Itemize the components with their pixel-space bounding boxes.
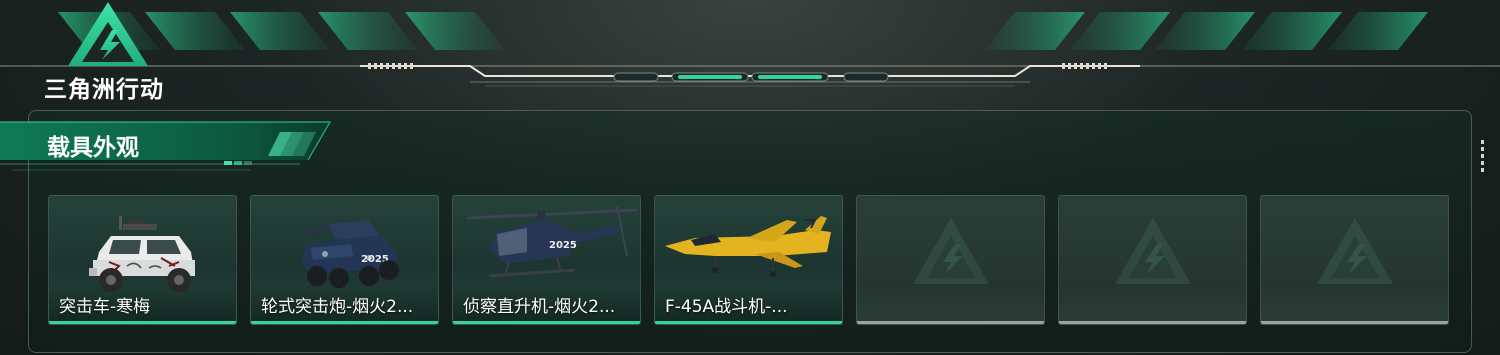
empty-vehicle-slot[interactable] <box>1260 195 1449 325</box>
empty-indicator-bar <box>857 321 1044 324</box>
placeholder-logo-icon <box>913 218 989 284</box>
empty-indicator-bar <box>1059 321 1246 324</box>
svg-text:2025: 2025 <box>549 240 577 251</box>
owned-indicator-bar <box>453 321 640 324</box>
empty-vehicle-slot[interactable] <box>856 195 1045 325</box>
vehicle-card-wheeled-assault-gun[interactable]: 2025 轮式突击炮-烟火2... <box>250 195 439 325</box>
owned-indicator-bar <box>49 321 236 324</box>
owned-indicator-bar <box>655 321 842 324</box>
vehicle-name: F-45A战斗机-... <box>665 297 788 317</box>
placeholder-logo-icon <box>1317 218 1393 284</box>
owned-indicator-bar <box>251 321 438 324</box>
vehicle-card-fighter-jet[interactable]: F-45A战斗机-... <box>654 195 843 325</box>
scroll-indicator[interactable] <box>1481 140 1485 180</box>
top-decorative-bar <box>0 12 1500 87</box>
vehicle-name: 轮式突击炮-烟火2... <box>261 297 414 317</box>
game-logo-text: 三角洲行动 <box>44 77 164 103</box>
vehicle-name: 侦察直升机-烟火2... <box>463 297 616 317</box>
section-title: 载具外观 <box>47 135 139 161</box>
placeholder-logo-icon <box>1115 218 1191 284</box>
empty-vehicle-slot[interactable] <box>1058 195 1247 325</box>
vehicle-card-assault-vehicle[interactable]: 突击车-寒梅 <box>48 195 237 325</box>
empty-indicator-bar <box>1261 321 1448 324</box>
vehicle-card-scout-helicopter[interactable]: 2025 侦察直升机-烟火2... <box>452 195 641 325</box>
vehicle-name: 突击车-寒梅 <box>59 297 151 317</box>
